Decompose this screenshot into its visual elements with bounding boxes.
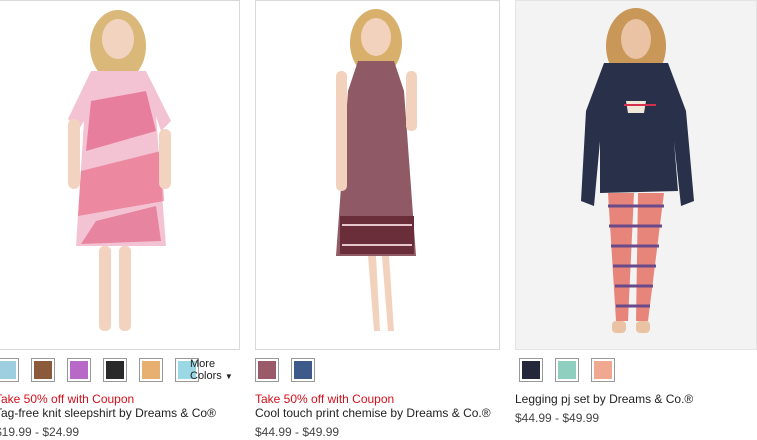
color-swatch[interactable]	[591, 358, 615, 382]
color-swatch[interactable]	[0, 358, 19, 382]
more-colors-label-2: Colors	[190, 370, 222, 382]
color-swatch[interactable]	[31, 358, 55, 382]
color-swatches-2	[255, 358, 315, 382]
more-colors-link[interactable]: More Colors ▼	[190, 358, 233, 383]
product-name-link[interactable]: Tag-free knit sleepshirt by Dreams & Co®	[0, 406, 216, 420]
product-image-1[interactable]	[0, 0, 240, 350]
product-name-link[interactable]: Cool touch print chemise by Dreams & Co.…	[255, 406, 491, 420]
coupon-text: Take 50% off with Coupon	[255, 392, 395, 406]
color-swatch[interactable]	[139, 358, 163, 382]
product-price: $44.99 - $49.99	[515, 411, 600, 425]
color-swatch[interactable]	[103, 358, 127, 382]
color-swatch[interactable]	[291, 358, 315, 382]
product-price: $44.99 - $49.99	[255, 425, 340, 439]
product-image-3[interactable]	[515, 0, 757, 350]
color-swatches-1	[0, 358, 199, 382]
color-swatches-3	[519, 358, 615, 382]
color-swatch[interactable]	[67, 358, 91, 382]
more-colors-label: More	[190, 358, 216, 370]
color-swatch[interactable]	[519, 358, 543, 382]
product-price: $19.99 - $24.99	[0, 425, 80, 439]
color-swatch[interactable]	[555, 358, 579, 382]
caret-down-icon: ▼	[224, 372, 233, 381]
coupon-text: Take 50% off with Coupon	[0, 392, 135, 406]
product-image-2[interactable]	[255, 0, 500, 350]
product-name-link[interactable]: Legging pj set by Dreams & Co.®	[515, 392, 693, 406]
color-swatch[interactable]	[255, 358, 279, 382]
